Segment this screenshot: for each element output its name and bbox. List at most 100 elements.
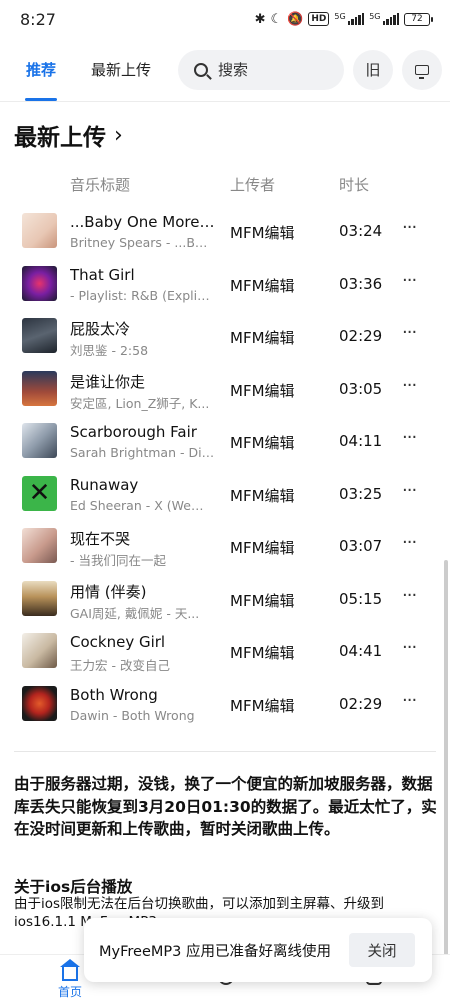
album-cover <box>22 318 57 353</box>
chevron-right-icon: › <box>114 122 123 148</box>
network-label-1: 5G <box>334 12 346 21</box>
song-duration: 04:41 <box>339 642 383 660</box>
song-subtitle: GAI周延, 戴佩妮 - 天... <box>70 605 200 621</box>
album-cover <box>22 370 57 406</box>
song-row[interactable]: 是谁让你走 安定區, Lion_Z狮子, K... MFM编辑 03:05 ··… <box>0 363 450 416</box>
song-uploader: MFM编辑 <box>230 539 295 557</box>
song-duration: 03:25 <box>339 484 383 503</box>
more-options-icon[interactable]: ··· <box>402 322 417 343</box>
song-title: Scarborough Fair <box>70 423 197 441</box>
column-header-duration: 时长 <box>339 176 370 194</box>
album-cover <box>22 213 57 248</box>
more-options-icon[interactable]: ··· <box>402 217 417 238</box>
song-row[interactable]: 现在不哭 - 当我们同在一起 MFM编辑 03:07 ··· <box>0 520 450 573</box>
song-title: 是谁让你走 <box>70 372 146 391</box>
song-row[interactable]: 屁股太冷 刘思鉴 - 2:58 MFM编辑 02:29 ··· <box>0 310 450 363</box>
song-uploader: MFM编辑 <box>230 329 295 347</box>
song-uploader: MFM编辑 <box>230 434 295 452</box>
signal-5g-2-icon: 5G <box>369 13 399 25</box>
toast-close-button[interactable]: 关闭 <box>349 933 415 967</box>
network-label-2: 5G <box>369 12 381 21</box>
offline-ready-toast: MyFreeMP3 应用已准备好离线使用 关闭 <box>84 918 432 982</box>
song-title: 屁股太冷 <box>70 320 131 338</box>
more-options-icon[interactable]: ··· <box>402 585 417 606</box>
album-cover <box>22 528 57 563</box>
song-uploader: MFM编辑 <box>230 486 295 505</box>
album-cover <box>22 633 57 668</box>
album-cover <box>22 580 57 616</box>
more-options-icon[interactable]: ··· <box>402 637 417 658</box>
status-bar: 8:27 ✱ ☾ 🔕 HD 5G 5G 72 <box>0 0 450 38</box>
bluetooth-icon: ✱ <box>254 11 266 27</box>
song-subtitle: 刘思鉴 - 2:58 <box>70 343 149 358</box>
song-title: Runaway <box>70 475 139 494</box>
song-title: Cockney Girl <box>70 633 166 651</box>
song-title: 用情 (伴奏) <box>70 582 147 601</box>
album-cover: ✕ <box>22 475 57 511</box>
server-notice: 由于服务器过期，没钱，换了一个便宜的新加坡服务器，数据库丢失只能恢复到3月20日… <box>14 775 437 838</box>
song-row[interactable]: Scarborough Fair Sarah Brightman - Diva … <box>0 415 450 468</box>
song-list: ...Baby One More Time Britney Spears - .… <box>0 205 450 730</box>
battery-icon: 72 <box>404 12 433 26</box>
song-row[interactable]: ✕ Runaway Ed Sheeran - X (Wembley) MFM编辑… <box>0 468 450 521</box>
search-input[interactable]: 搜索 <box>178 49 345 90</box>
song-duration: 05:15 <box>339 589 383 608</box>
top-header: 推荐 最新上传 搜索 旧 <box>0 38 450 102</box>
song-subtitle: Britney Spears - ...Baby One More Time <box>70 235 215 250</box>
column-header-uploader: 上传者 <box>230 176 276 194</box>
more-options-icon[interactable]: ··· <box>402 270 417 291</box>
section-title-latest[interactable]: 最新上传 › <box>14 118 123 152</box>
song-row[interactable]: Cockney Girl 王力宏 - 改变自己 MFM编辑 04:41 ··· <box>0 625 450 678</box>
tab-recommend[interactable]: 推荐 <box>24 59 58 101</box>
album-cover <box>22 265 57 301</box>
search-placeholder: 搜索 <box>218 61 249 79</box>
hd-voice-badge: HD <box>308 12 330 26</box>
song-uploader: MFM编辑 <box>230 644 295 662</box>
song-row[interactable]: That Girl - Playlist: R&B (Explicit) MFM… <box>0 258 450 311</box>
song-duration: 04:11 <box>339 432 383 450</box>
song-title: 现在不哭 <box>70 530 131 548</box>
song-uploader: MFM编辑 <box>230 381 295 400</box>
silent-bell-icon: 🔕 <box>287 11 304 27</box>
song-row[interactable]: ...Baby One More Time Britney Spears - .… <box>0 205 450 258</box>
more-options-icon[interactable]: ··· <box>402 427 417 448</box>
song-duration: 02:29 <box>339 327 383 345</box>
song-row[interactable]: Both Wrong Dawin - Both Wrong MFM编辑 02:2… <box>0 678 450 731</box>
do-not-disturb-moon-icon: ☾ <box>270 11 283 27</box>
search-icon <box>194 62 209 77</box>
more-options-icon[interactable]: ··· <box>402 480 417 501</box>
album-cover <box>22 685 57 721</box>
song-duration: 02:29 <box>339 694 383 713</box>
section-title-text: 最新上传 <box>14 125 106 151</box>
song-duration: 03:07 <box>339 537 383 555</box>
nav-home-label: 首页 <box>58 985 83 999</box>
status-time: 8:27 <box>20 9 56 29</box>
song-subtitle: Dawin - Both Wrong <box>70 707 195 723</box>
song-uploader: MFM编辑 <box>230 696 295 715</box>
song-subtitle: 王力宏 - 改变自己 <box>70 658 170 673</box>
nav-home[interactable]: 首页 <box>58 959 83 1000</box>
ios-playback-title: 关于ios后台播放 <box>14 878 133 896</box>
home-icon <box>60 959 80 981</box>
song-subtitle: Ed Sheeran - X (Wembley) <box>70 497 215 513</box>
more-options-icon[interactable]: ··· <box>402 532 417 553</box>
status-icons: ✱ ☾ 🔕 HD 5G 5G 72 <box>254 11 433 27</box>
more-options-icon[interactable]: ··· <box>402 690 417 711</box>
old-version-button[interactable]: 旧 <box>353 49 394 90</box>
song-row[interactable]: 用情 (伴奏) GAI周延, 戴佩妮 - 天... MFM编辑 05:15 ··… <box>0 573 450 626</box>
more-options-icon[interactable]: ··· <box>402 375 417 396</box>
song-subtitle: - 当我们同在一起 <box>70 553 166 568</box>
tab-latest-upload[interactable]: 最新上传 <box>91 59 151 80</box>
song-title: That Girl <box>70 265 135 284</box>
song-duration: 03:05 <box>339 379 383 398</box>
section-divider <box>14 751 436 752</box>
column-header-title: 音乐标题 <box>70 176 131 194</box>
song-title: Both Wrong <box>70 685 158 704</box>
tv-mode-button[interactable] <box>402 49 443 90</box>
song-duration: 03:36 <box>339 274 383 293</box>
toast-message: MyFreeMP3 应用已准备好离线使用 <box>99 943 331 960</box>
page-scrollbar[interactable] <box>444 560 448 1000</box>
song-uploader: MFM编辑 <box>230 224 295 242</box>
song-subtitle: 安定區, Lion_Z狮子, K... <box>70 395 210 411</box>
signal-5g-1-icon: 5G <box>334 12 365 25</box>
